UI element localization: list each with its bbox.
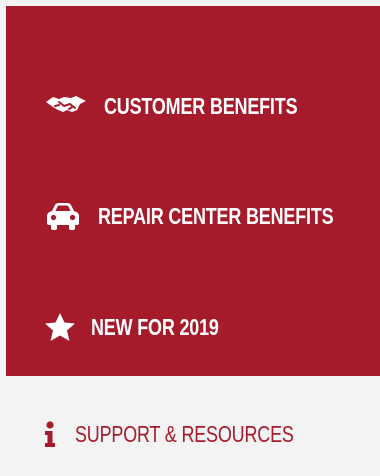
info-icon [42,420,58,448]
menu-item-label: REPAIR CENTER BENEFITS [98,202,334,229]
menu-item-customer-benefits[interactable]: CUSTOMER BENEFITS [44,92,352,120]
menu-item-repair-center-benefits[interactable]: REPAIR CENTER BENEFITS [44,201,380,231]
menu-item-new-for-2019[interactable]: NEW FOR 2019 [44,311,255,343]
menu-item-label: SUPPORT & RESOURCES [75,420,294,447]
menu-item-support-resources[interactable]: SUPPORT & RESOURCES [42,420,355,448]
side-menu: CUSTOMER BENEFITS REPAIR CENTER BENEFITS… [0,0,380,476]
handshake-icon [44,92,88,120]
car-icon [44,201,82,231]
star-icon [44,311,76,343]
menu-item-label: NEW FOR 2019 [91,313,219,340]
menu-item-label: CUSTOMER BENEFITS [104,92,298,119]
